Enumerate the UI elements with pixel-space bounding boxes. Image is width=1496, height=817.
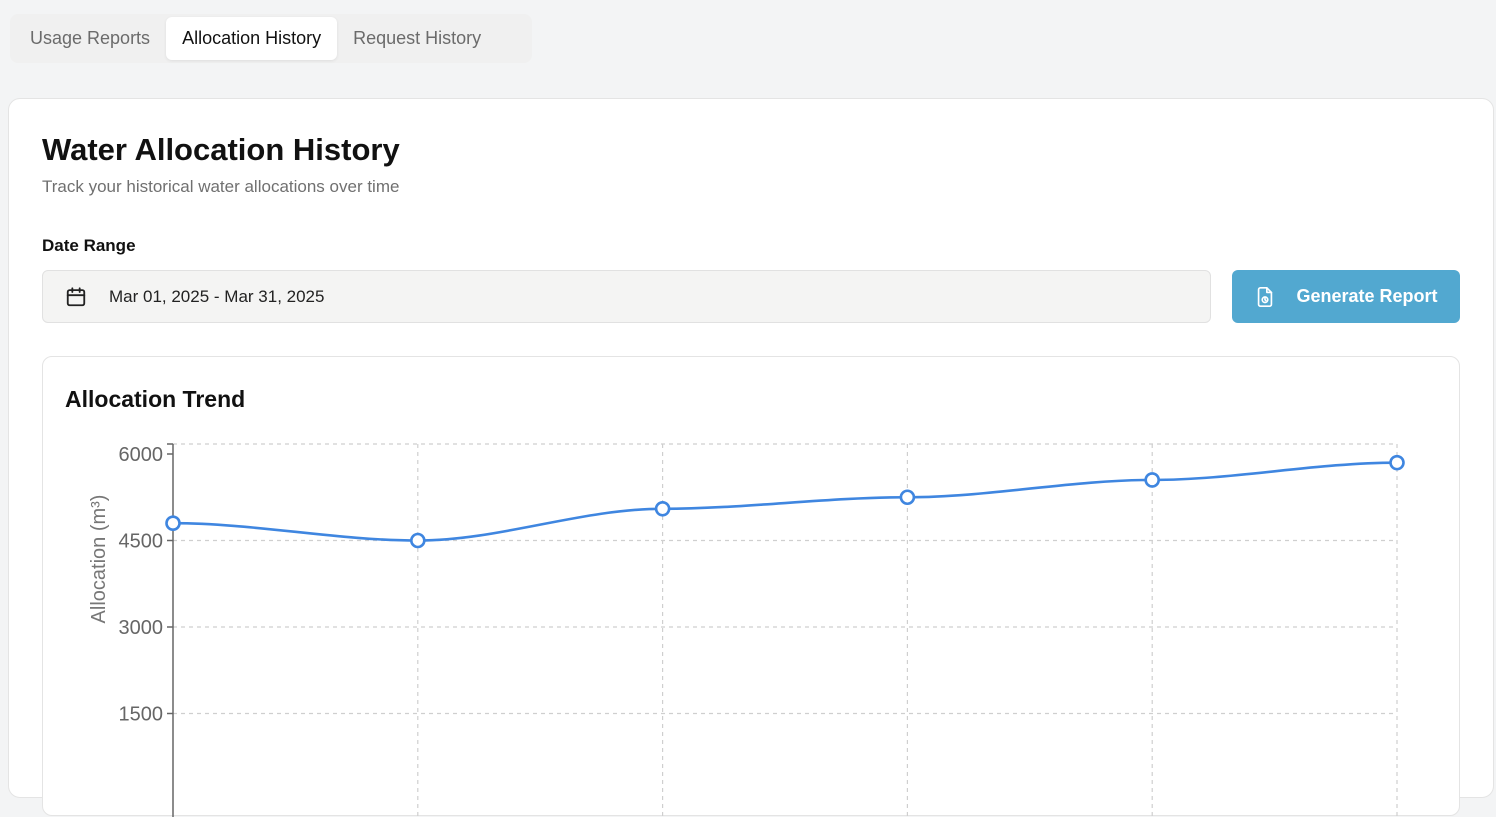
y-tick-label: 4500: [119, 531, 164, 553]
generate-report-label: Generate Report: [1296, 286, 1438, 306]
data-point: [409, 532, 426, 549]
date-range-label: Date Range: [42, 236, 136, 255]
chart-canvas: 1500 3000 4500 6000 Allocation (m³): [88, 443, 1405, 817]
tab-request-history[interactable]: Request History: [337, 17, 497, 60]
date-range-value: Mar 01, 2025 - Mar 31, 2025: [109, 286, 325, 306]
data-point: [165, 515, 181, 531]
allocation-trend-chart: Allocation Trend 1500 3000 4500 6000 Allocat…: [42, 356, 1460, 817]
y-tick-label: 6000: [119, 444, 164, 466]
data-point: [1144, 472, 1160, 488]
data-point: [1389, 454, 1405, 471]
data-point: [899, 489, 916, 506]
y-tick-label: 1500: [119, 704, 164, 726]
calendar-icon: [65, 286, 87, 308]
page-subtitle: Track your historical water allocations …: [42, 177, 400, 196]
series-line: [172, 461, 1398, 542]
page-title: Water Allocation History: [42, 132, 400, 167]
y-tick-label: 3000: [119, 617, 164, 639]
tab-allocation-history[interactable]: Allocation History: [166, 17, 338, 60]
tab-bar: Usage Reports Allocation History Request…: [10, 14, 532, 63]
report-file-icon: [1254, 286, 1276, 308]
date-range-picker[interactable]: Mar 01, 2025 - Mar 31, 2025: [42, 270, 1211, 323]
data-point: [654, 500, 671, 517]
allocation-history-card: Water Allocation History Track your hist…: [8, 98, 1494, 817]
y-axis-title: Allocation (m³): [88, 495, 110, 624]
tab-usage-reports[interactable]: Usage Reports: [14, 17, 166, 60]
generate-report-button[interactable]: Generate Report: [1232, 270, 1460, 323]
